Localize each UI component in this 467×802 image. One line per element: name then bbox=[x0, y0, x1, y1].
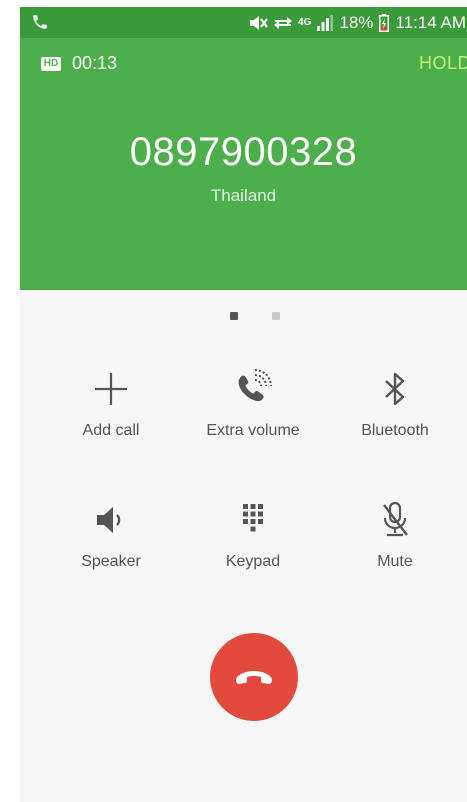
mute-button[interactable]: Mute bbox=[325, 498, 465, 598]
end-call-button[interactable] bbox=[210, 633, 298, 721]
mute-label: Mute bbox=[377, 553, 413, 570]
status-icons: 4G 18% 11:14 AM bbox=[248, 7, 467, 38]
hold-button[interactable]: HOLD bbox=[419, 53, 467, 74]
hd-voice-badge: HD bbox=[41, 57, 61, 71]
in-call-screen: 4G 18% 11:14 AM HD 00:13 HOLD 0897900328… bbox=[20, 7, 467, 802]
battery-charging-icon bbox=[379, 13, 390, 32]
bluetooth-icon bbox=[385, 372, 405, 406]
hang-up-icon bbox=[236, 671, 272, 684]
data-transfer-icon bbox=[274, 16, 293, 29]
speaker-button[interactable]: Speaker bbox=[41, 498, 181, 598]
add-call-label: Add call bbox=[82, 422, 140, 439]
bluetooth-button[interactable]: Bluetooth bbox=[325, 367, 465, 467]
caller-number: 0897900328 bbox=[129, 130, 358, 174]
phone-call-icon bbox=[33, 15, 47, 29]
keypad-button[interactable]: Keypad bbox=[183, 498, 323, 598]
clock: 11:14 AM bbox=[395, 12, 466, 32]
microphone-off-icon bbox=[383, 501, 408, 537]
caller-location: Thailand bbox=[210, 186, 277, 205]
page-dot-active[interactable] bbox=[230, 312, 238, 320]
extra-volume-button[interactable]: Extra volume bbox=[183, 367, 323, 467]
battery-percent: 18% bbox=[339, 12, 374, 32]
extra-volume-icon bbox=[238, 369, 272, 402]
keypad-icon bbox=[243, 504, 263, 532]
network-type-label: 4G bbox=[298, 16, 312, 28]
plus-icon bbox=[95, 373, 127, 405]
page-dot-inactive[interactable] bbox=[272, 312, 280, 320]
speaker-label: Speaker bbox=[81, 553, 141, 570]
call-duration: 00:13 bbox=[72, 53, 118, 73]
add-call-button[interactable]: Add call bbox=[41, 367, 181, 467]
page-indicator bbox=[230, 312, 280, 320]
speaker-icon bbox=[97, 507, 121, 533]
extra-volume-label: Extra volume bbox=[206, 422, 300, 439]
keypad-label: Keypad bbox=[225, 553, 281, 570]
status-bar: 4G 18% 11:14 AM bbox=[20, 7, 467, 38]
bluetooth-label: Bluetooth bbox=[361, 422, 429, 439]
signal-icon bbox=[317, 14, 334, 31]
call-header: HD 00:13 HOLD 0897900328 Thailand bbox=[20, 38, 467, 290]
mute-icon bbox=[250, 15, 268, 30]
